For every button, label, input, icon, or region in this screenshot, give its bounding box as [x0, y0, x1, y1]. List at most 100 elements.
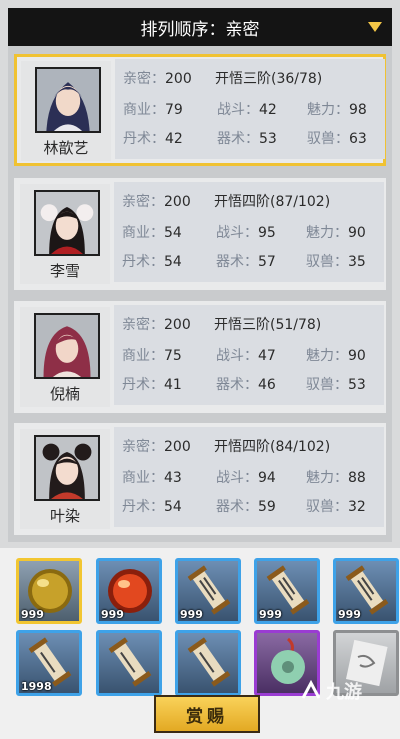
business-label: 商业：	[122, 225, 164, 241]
item-count: 999	[259, 608, 282, 621]
stats-panel: 亲密：200 开悟四阶(87/102) 商业：54 战斗：95 魅力：90 丹术…	[114, 182, 384, 282]
character-card[interactable]: 倪楠 亲密：200 开悟三阶(51/78) 商业：75 战斗：47 魅力：90 …	[14, 301, 386, 413]
combat-value: 42	[259, 102, 277, 118]
alchemy-label: 丹术：	[122, 377, 164, 393]
business-label: 商业：	[122, 348, 164, 364]
business-label: 商业：	[123, 102, 165, 118]
artifice-value: 59	[258, 499, 276, 515]
artifice-value: 46	[258, 377, 276, 393]
business-label: 商业：	[122, 470, 164, 486]
charm-value: 98	[349, 102, 367, 118]
charm-label: 魅力：	[306, 225, 348, 241]
artifice-label: 器术：	[216, 499, 258, 515]
taming-value: 63	[349, 131, 367, 147]
character-portrait	[34, 313, 100, 379]
item-slot[interactable]: 999	[254, 558, 320, 624]
character-name: 倪楠	[49, 385, 80, 403]
business-value: 43	[164, 470, 182, 486]
item-count: 999	[101, 608, 124, 621]
intimacy-value: 200	[164, 194, 191, 210]
alchemy-value: 42	[165, 131, 183, 147]
taming-label: 驭兽：	[307, 131, 349, 147]
item-count: 999	[21, 608, 44, 621]
charm-value: 90	[348, 225, 366, 241]
item-slot[interactable]: 999	[16, 558, 82, 624]
combat-label: 战斗：	[217, 102, 259, 118]
item-slot[interactable]: 999	[96, 558, 162, 624]
reward-button[interactable]: 赏赐	[154, 695, 260, 733]
item-count: 999	[180, 608, 203, 621]
charm-label: 魅力：	[306, 348, 348, 364]
alchemy-value: 54	[164, 499, 182, 515]
character-card[interactable]: 李雪 亲密：200 开悟四阶(87/102) 商业：54 战斗：95 魅力：90…	[14, 178, 386, 290]
charm-label: 魅力：	[307, 102, 349, 118]
combat-value: 94	[258, 470, 276, 486]
character-portrait	[35, 67, 101, 133]
item-slot[interactable]	[96, 630, 162, 696]
taming-label: 驭兽：	[306, 377, 348, 393]
business-value: 54	[164, 225, 182, 241]
business-value: 75	[164, 348, 182, 364]
item-slot[interactable]	[175, 630, 241, 696]
stats-panel: 亲密：200 开悟三阶(51/78) 商业：75 战斗：47 魅力：90 丹术：…	[114, 305, 384, 405]
enlightenment-level: 开悟四阶(84/102)	[214, 439, 331, 455]
combat-label: 战斗：	[216, 348, 258, 364]
intimacy-label: 亲密：	[122, 317, 164, 333]
portrait-frame: 倪楠	[20, 307, 110, 407]
character-name: 李雪	[49, 262, 80, 280]
intimacy-value: 200	[165, 71, 192, 87]
character-portrait	[34, 435, 100, 501]
combat-label: 战斗：	[216, 225, 258, 241]
character-card[interactable]: 林歆艺 亲密：200 开悟三阶(36/78) 商业：79 战斗：42 魅力：98…	[14, 54, 386, 166]
taming-value: 35	[348, 254, 366, 270]
watermark-text: 九游	[326, 682, 362, 703]
alchemy-value: 54	[164, 254, 182, 270]
taming-value: 53	[348, 377, 366, 393]
intimacy-label: 亲密：	[122, 194, 164, 210]
combat-label: 战斗：	[216, 470, 258, 486]
item-count: 999	[338, 608, 361, 621]
enlightenment-level: 开悟四阶(87/102)	[214, 194, 331, 210]
item-slot[interactable]: 999	[333, 558, 399, 624]
charm-value: 88	[348, 470, 366, 486]
portrait-frame: 李雪	[20, 184, 110, 284]
combat-value: 95	[258, 225, 276, 241]
business-value: 79	[165, 102, 183, 118]
portrait-frame: 林歆艺	[21, 61, 111, 161]
item-slot[interactable]: 1998	[16, 630, 82, 696]
intimacy-label: 亲密：	[122, 439, 164, 455]
sort-order-bar[interactable]: 排列顺序：亲密	[8, 8, 392, 46]
enlightenment-level: 开悟三阶(51/78)	[214, 317, 322, 333]
dropdown-arrow-icon[interactable]	[368, 22, 382, 32]
taming-value: 32	[348, 499, 366, 515]
intimacy-label: 亲密：	[123, 71, 165, 87]
portrait-frame: 叶染	[20, 429, 110, 529]
intimacy-value: 200	[164, 317, 191, 333]
item-slot[interactable]: 999	[175, 558, 241, 624]
taming-label: 驭兽：	[306, 254, 348, 270]
artifice-label: 器术：	[217, 131, 259, 147]
artifice-label: 器术：	[216, 254, 258, 270]
intimacy-value: 200	[164, 439, 191, 455]
character-portrait	[34, 190, 100, 256]
artifice-value: 57	[258, 254, 276, 270]
jiuyou-logo-icon	[301, 680, 321, 699]
alchemy-value: 41	[164, 377, 182, 393]
charm-value: 90	[348, 348, 366, 364]
character-list: 林歆艺 亲密：200 开悟三阶(36/78) 商业：79 战斗：42 魅力：98…	[8, 46, 392, 542]
charm-label: 魅力：	[306, 470, 348, 486]
scroll-icon	[187, 637, 231, 687]
artifice-value: 53	[259, 131, 277, 147]
stats-panel: 亲密：200 开悟四阶(84/102) 商业：43 战斗：94 魅力：88 丹术…	[114, 427, 384, 527]
watermark: 九游	[300, 676, 390, 706]
sort-order-label: 排列顺序：亲密	[140, 19, 260, 40]
alchemy-label: 丹术：	[122, 254, 164, 270]
artifice-label: 器术：	[216, 377, 258, 393]
stats-panel: 亲密：200 开悟三阶(36/78) 商业：79 战斗：42 魅力：98 丹术：…	[115, 59, 385, 159]
item-count: 1998	[21, 680, 52, 693]
taming-label: 驭兽：	[306, 499, 348, 515]
combat-value: 47	[258, 348, 276, 364]
character-card[interactable]: 叶染 亲密：200 开悟四阶(84/102) 商业：43 战斗：94 魅力：88…	[14, 423, 386, 535]
scroll-icon	[108, 637, 152, 687]
alchemy-label: 丹术：	[123, 131, 165, 147]
